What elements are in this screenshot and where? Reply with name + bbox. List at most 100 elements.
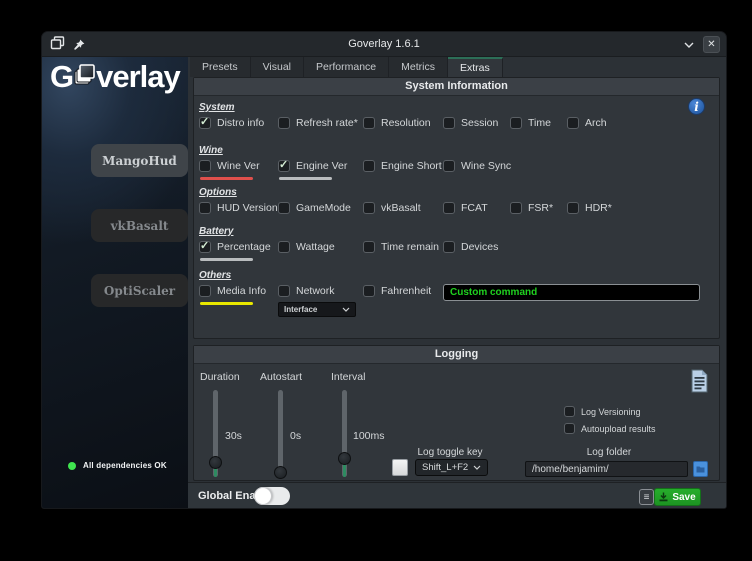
status-dot	[68, 462, 76, 470]
global-enable-toggle[interactable]	[254, 487, 290, 505]
checkbox-hdr[interactable]: ✓	[567, 202, 579, 214]
checkbox-label: Fahrenheit	[381, 285, 431, 297]
interval-slider-handle[interactable]	[338, 452, 351, 465]
checkbox-label: HUD Version	[217, 202, 278, 214]
tab-metrics[interactable]: Metrics	[389, 57, 448, 77]
checkbox-refresh-rate[interactable]: ✓	[278, 117, 290, 129]
color-indicator-percentage[interactable]	[200, 258, 253, 261]
checkbox-resolution[interactable]: ✓	[363, 117, 375, 129]
tab-performance[interactable]: Performance	[304, 57, 389, 77]
checkbox-label: FCAT	[461, 202, 488, 214]
checkbox-label: HDR*	[585, 202, 612, 214]
checkbox-fsr[interactable]: ✓	[510, 202, 522, 214]
checkbox-label: Wine Ver	[217, 160, 260, 172]
logging-panel: Logging	[193, 345, 720, 481]
checkbox-log-versioning[interactable]: ✓	[564, 406, 575, 417]
checkbox-wattage[interactable]: ✓	[278, 241, 290, 253]
checkbox-engine-ver[interactable]: ✓	[278, 160, 290, 172]
checkbox-label: FSR*	[528, 202, 553, 214]
panel-title: System Information	[194, 78, 719, 96]
checkbox-label: Engine Ver	[296, 160, 347, 172]
checkbox-label: Time remain	[381, 241, 439, 253]
checkbox-label: Session	[461, 117, 498, 129]
checkbox-label: Devices	[461, 241, 498, 253]
checkbox-label: Log Versioning	[581, 407, 641, 417]
checkbox-label: Media Info	[217, 285, 266, 297]
log-toggle-key-select[interactable]: Shift_L+F2	[415, 459, 488, 476]
group-heading-system: System	[199, 102, 714, 113]
checkbox-wine-sync[interactable]: ✓	[443, 160, 455, 172]
folder-browse-button[interactable]	[693, 461, 708, 477]
autostart-slider-handle[interactable]	[274, 466, 287, 479]
title-bar: Goverlay 1.6.1 ✕	[42, 32, 726, 57]
checkbox-distro-info[interactable]: ✓	[199, 117, 211, 129]
sidebar-item-optiscaler[interactable]: OptiScaler	[91, 274, 188, 307]
sidebar-item-vkbasalt[interactable]: vkBasalt	[91, 209, 188, 242]
download-icon	[659, 492, 668, 502]
checkbox-vkbasalt[interactable]: ✓	[363, 202, 375, 214]
duration-slider-handle[interactable]	[209, 456, 222, 469]
main-area: Presets Visual Performance Metrics Extra…	[188, 57, 726, 509]
logo-layers-icon	[73, 58, 96, 95]
minimize-icon[interactable]	[680, 36, 697, 53]
chevron-down-icon	[342, 307, 350, 312]
checkbox-autoupload-results[interactable]: ✓	[564, 423, 575, 434]
color-indicator-engine-ver[interactable]	[279, 177, 332, 180]
checkbox-fahrenheit[interactable]: ✓	[363, 285, 375, 297]
log-toggle-key-value: Shift_L+F2	[422, 462, 468, 473]
custom-command-input[interactable]	[443, 284, 700, 301]
system-information-panel: System Information i System ✓ Distro inf…	[193, 77, 720, 339]
checkbox-devices[interactable]: ✓	[443, 241, 455, 253]
app-logo: G verlay	[50, 58, 180, 95]
dependency-status: All dependencies OK	[68, 461, 167, 470]
checkbox-percentage[interactable]: ✓	[199, 241, 211, 253]
group-heading-options: Options	[199, 187, 714, 198]
checkbox-label: Resolution	[381, 117, 431, 129]
slider-label-interval: Interval	[331, 371, 365, 383]
checkbox-engine-short[interactable]: ✓	[363, 160, 375, 172]
chevron-down-icon	[473, 465, 481, 470]
save-label: Save	[672, 492, 695, 503]
log-folder-label: Log folder	[549, 447, 669, 458]
checkbox-label: Time	[528, 117, 551, 129]
checkbox-hud-version[interactable]: ✓	[199, 202, 211, 214]
tab-bar: Presets Visual Performance Metrics Extra…	[190, 57, 503, 77]
group-heading-others: Others	[199, 270, 714, 281]
status-label: All dependencies OK	[83, 461, 167, 470]
checkbox-label: Engine Short	[381, 160, 442, 172]
app-window: Goverlay 1.6.1 ✕ G	[41, 31, 727, 509]
document-icon[interactable]	[689, 369, 709, 398]
color-indicator-wine-ver[interactable]	[200, 177, 253, 180]
tab-presets[interactable]: Presets	[190, 57, 251, 77]
network-interface-select[interactable]: Interface	[278, 302, 356, 317]
keyboard-capture-button[interactable]	[392, 459, 408, 476]
checkbox-wine-ver[interactable]: ✓	[199, 160, 211, 172]
checkbox-media-info[interactable]: ✓	[199, 285, 211, 297]
tab-visual[interactable]: Visual	[251, 57, 304, 77]
screen: Goverlay 1.6.1 ✕ G	[0, 0, 752, 561]
checkbox-time-remain[interactable]: ✓	[363, 241, 375, 253]
slider-label-duration: Duration	[200, 371, 240, 383]
checkbox-label: Refresh rate*	[296, 117, 358, 129]
close-icon[interactable]: ✕	[703, 36, 720, 53]
checkbox-label: Percentage	[217, 241, 271, 253]
log-folder-input[interactable]	[525, 461, 688, 477]
menu-button[interactable]: ≡	[639, 489, 654, 505]
checkbox-network[interactable]: ✓	[278, 285, 290, 297]
group-heading-battery: Battery	[199, 226, 714, 237]
checkbox-session[interactable]: ✓	[443, 117, 455, 129]
tab-extras[interactable]: Extras	[448, 57, 503, 77]
autostart-slider-track[interactable]	[278, 390, 283, 477]
checkbox-arch[interactable]: ✓	[567, 117, 579, 129]
checkbox-gamemode[interactable]: ✓	[278, 202, 290, 214]
color-indicator-media-info[interactable]	[200, 302, 253, 305]
folder-icon	[696, 465, 705, 473]
checkbox-time[interactable]: ✓	[510, 117, 522, 129]
checkbox-label: GameMode	[296, 202, 351, 214]
logo-text-suffix: verlay	[96, 59, 180, 95]
toggle-knob	[254, 487, 272, 505]
group-heading-wine: Wine	[199, 145, 714, 156]
checkbox-fcat[interactable]: ✓	[443, 202, 455, 214]
sidebar-item-mangohud[interactable]: MangoHud	[91, 144, 188, 177]
save-button[interactable]: Save	[654, 488, 701, 506]
